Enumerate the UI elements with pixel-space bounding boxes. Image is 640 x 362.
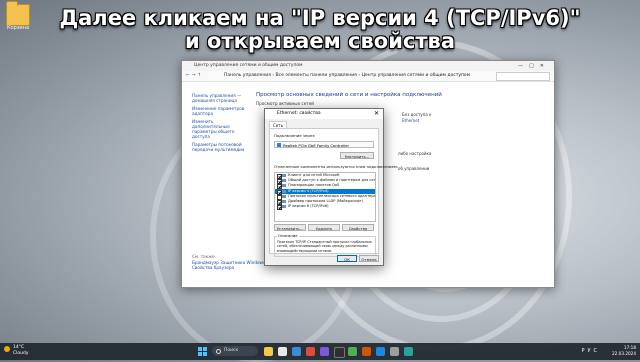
tray-icons[interactable]: РУС xyxy=(581,348,600,354)
dialog-titlebar[interactable]: Ethernet: свойства ✕ xyxy=(265,109,383,119)
window-title: Центр управления сетями и общим доступом xyxy=(194,63,303,68)
component-icon xyxy=(282,189,286,193)
page-title: Просмотр основных сведений о сети и наст… xyxy=(256,92,442,98)
network-adapter-icon xyxy=(277,143,281,147)
connection-link[interactable]: Ethernet xyxy=(402,118,419,123)
window-controls[interactable]: —□✕ xyxy=(518,61,550,71)
properties-button[interactable]: Свойства xyxy=(342,224,374,231)
sidebar: Панель управления — домашняя страница Из… xyxy=(192,93,252,155)
component-icon xyxy=(282,205,286,209)
taskbar-app-store-icon[interactable] xyxy=(306,347,315,356)
taskbar-app-edge-icon[interactable] xyxy=(292,347,301,356)
tray-lang[interactable]: РУС xyxy=(581,348,600,354)
taskbar-app-gray-icon[interactable] xyxy=(390,347,399,356)
description-text: Протокол TCP/IP. Стандартный протокол гл… xyxy=(277,240,372,253)
taskbar-app-explorer-icon[interactable] xyxy=(264,347,273,356)
component-icon xyxy=(282,179,286,183)
component-label: Драйвер протокола LLDP (Майкрософт) xyxy=(288,198,364,203)
cancel-button[interactable]: Отмена xyxy=(359,255,379,262)
dialog-body: Подключение через: Realtek PCIe GbE Fami… xyxy=(269,128,398,257)
clock-date: 22.03.2024 xyxy=(612,350,636,356)
taskbar-app-green-icon[interactable] xyxy=(348,347,357,356)
adapter-field: Realtek PCIe GbE Family Controller xyxy=(274,141,374,148)
component-label: IP версии 4 (TCP/IPv4) xyxy=(288,188,329,193)
component-label: IP версии 6 (TCP/IPv6) xyxy=(288,204,329,209)
sidebar-item-sharing[interactable]: Изменить дополнительные параметры общего… xyxy=(192,119,252,139)
components-list[interactable]: Клиент для сетей Microsoft Общий доступ к… xyxy=(274,172,376,222)
search-input[interactable] xyxy=(496,72,550,81)
clock[interactable]: 17:18 22.03.2024 xyxy=(612,345,636,356)
breadcrumb[interactable]: Панель управления › Все элементы панели … xyxy=(224,71,470,81)
mgmt-fragment: об управлении xyxy=(398,166,430,171)
component-label: Клиент для сетей Microsoft xyxy=(288,173,340,177)
setup-fragment: либо настройка xyxy=(398,151,432,156)
components-label: Отмеченные компоненты используются этим … xyxy=(274,164,398,169)
taskbar-app-terminal-icon[interactable] xyxy=(334,347,345,358)
component-icon xyxy=(282,199,286,203)
component-label: Протокол мультиплексора сетевого адаптер… xyxy=(288,193,376,198)
see-also-browser[interactable]: Свойства браузера xyxy=(192,265,265,271)
install-button[interactable]: Установить... xyxy=(274,224,306,231)
close-icon[interactable]: ✕ xyxy=(374,109,379,119)
taskbar-app-blue-icon[interactable] xyxy=(376,347,385,356)
caption-line-1: Далее кликаем на "IP версии 4 (TCP/IPv6)… xyxy=(59,6,581,30)
component-icon xyxy=(282,194,286,198)
dialog-title: Ethernet: свойства xyxy=(277,111,321,116)
component-label: Планировщик пакетов QoS xyxy=(288,183,340,188)
sidebar-item-adapter[interactable]: Изменение параметров адаптера xyxy=(192,106,252,116)
ok-button[interactable]: ОК xyxy=(337,255,357,262)
taskbar-search[interactable]: Поиск xyxy=(212,346,258,356)
caption-line-2: и открываем свойства xyxy=(184,29,456,53)
taskbar: 14°C Cloudy Поиск РУС 17:18 22.03.2024 xyxy=(0,343,640,360)
ethernet-properties-dialog: Ethernet: свойства ✕ Сеть Подключение че… xyxy=(264,108,398,266)
description-box: Описание Протокол TCP/IP. Стандартный пр… xyxy=(274,233,376,257)
taskbar-app-obs-icon[interactable] xyxy=(320,347,329,356)
component-icon xyxy=(282,174,286,177)
adapter-name: Realtek PCIe GbE Family Controller xyxy=(283,143,350,148)
see-also: См. также Брандмауэр Защитника Windows С… xyxy=(192,254,265,271)
nav-arrows-icon[interactable]: ←→↑ xyxy=(186,71,203,81)
connect-via-label: Подключение через: xyxy=(274,133,316,138)
component-item[interactable]: IP версии 6 (TCP/IPv6) xyxy=(275,204,375,211)
taskbar-search-label: Поиск xyxy=(224,348,239,353)
taskbar-app-widget-icon[interactable] xyxy=(278,347,287,356)
address-bar[interactable]: ←→↑ Панель управления › Все элементы пан… xyxy=(182,71,554,82)
start-button[interactable] xyxy=(198,347,207,356)
weather-icon xyxy=(4,346,10,352)
window-titlebar[interactable]: Центр управления сетями и общим доступом… xyxy=(182,61,554,71)
component-icon xyxy=(282,184,286,188)
taskbar-app-teal-icon[interactable] xyxy=(404,347,413,356)
description-label: Описание xyxy=(277,233,299,238)
active-networks-heading: Просмотр активных сетей xyxy=(256,101,315,106)
sidebar-item-home[interactable]: Панель управления — домашняя страница xyxy=(192,93,252,103)
sidebar-item-streaming[interactable]: Параметры потоковой передачи мультимедиа xyxy=(192,142,252,152)
taskbar-app-orange-icon[interactable] xyxy=(362,347,371,356)
access-type: Без доступа к xyxy=(402,112,432,117)
remove-button[interactable]: Удалить xyxy=(308,224,340,231)
weather-widget[interactable]: 14°C Cloudy xyxy=(4,345,29,356)
search-icon xyxy=(216,349,221,354)
configure-button[interactable]: Настроить... xyxy=(340,152,374,159)
component-label: Общий доступ к файлам и принтерам для се… xyxy=(288,178,376,183)
